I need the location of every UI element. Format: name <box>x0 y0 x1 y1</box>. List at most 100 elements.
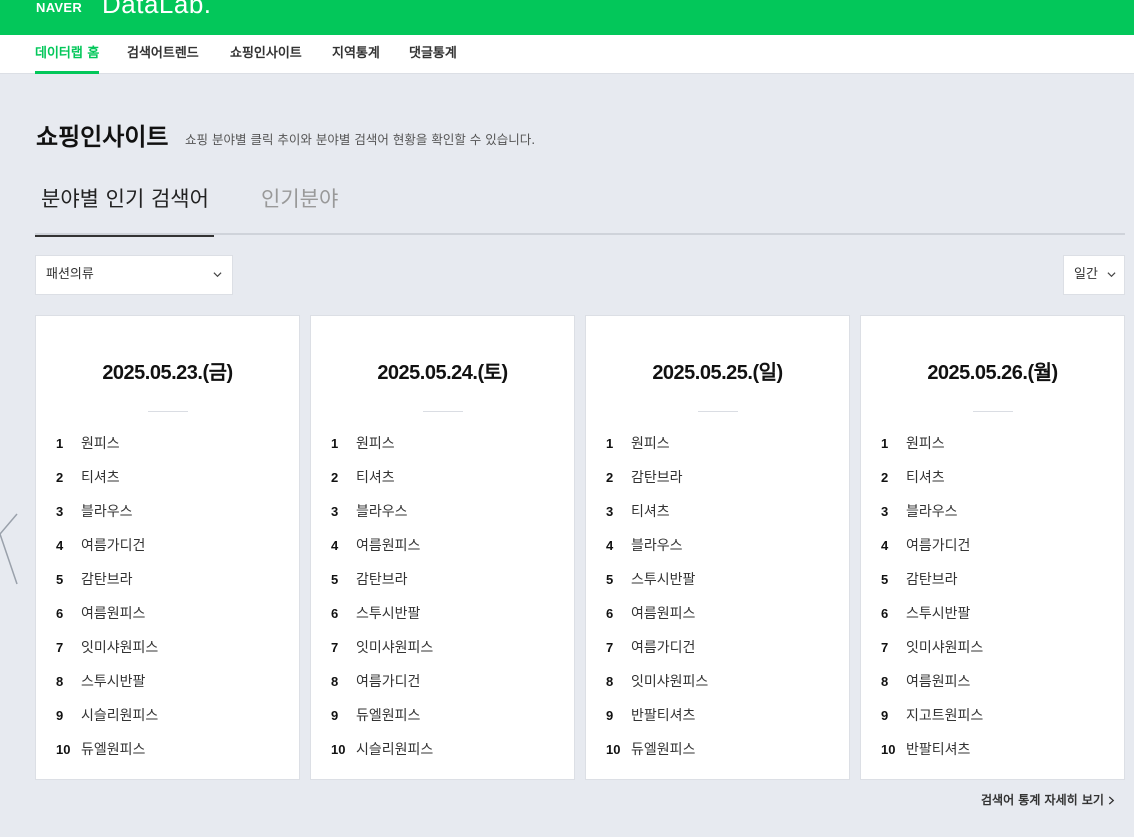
tab-popular-categories[interactable]: 인기분야 <box>261 168 338 235</box>
card-divider <box>973 411 1013 412</box>
rank-item[interactable]: 5 감탄브라 <box>881 568 983 602</box>
rank-keyword: 여름가디건 <box>631 640 696 656</box>
rank-item[interactable]: 1 원피스 <box>56 432 158 466</box>
rank-number: 1 <box>606 436 614 451</box>
nav-item-search-trend[interactable]: 검색어트렌드 <box>127 35 199 74</box>
rank-number: 6 <box>606 606 614 621</box>
rank-item[interactable]: 6 스투시반팔 <box>881 602 983 636</box>
rank-keyword: 블라우스 <box>356 504 408 520</box>
rank-item[interactable]: 8 잇미샤원피스 <box>606 670 708 704</box>
rank-keyword: 잇미샤원피스 <box>81 640 159 656</box>
rank-number: 10 <box>606 742 621 757</box>
rank-item[interactable]: 4 여름가디건 <box>56 534 158 568</box>
rank-number: 10 <box>331 742 346 757</box>
rank-number: 9 <box>331 708 339 723</box>
rank-item[interactable]: 10 듀엘원피스 <box>606 738 708 772</box>
rank-item[interactable]: 8 스투시반팔 <box>56 670 158 704</box>
rank-item[interactable]: 9 듀엘원피스 <box>331 704 433 738</box>
card-date: 2025.05.26.(월) <box>927 362 1058 384</box>
period-select-value: 일간 <box>1074 267 1098 282</box>
rank-item[interactable]: 5 감탄브라 <box>56 568 158 602</box>
rank-number: 8 <box>606 674 614 689</box>
rank-item[interactable]: 5 감탄브라 <box>331 568 433 602</box>
rank-keyword: 여름원피스 <box>906 674 971 690</box>
rank-number: 2 <box>56 470 64 485</box>
category-select[interactable]: 패션의류 <box>35 255 233 295</box>
rank-item[interactable]: 6 스투시반팔 <box>331 602 433 636</box>
rank-number: 9 <box>606 708 614 723</box>
rank-item[interactable]: 5 스투시반팔 <box>606 568 708 602</box>
rank-item[interactable]: 2 감탄브라 <box>606 466 708 500</box>
rank-item[interactable]: 7 잇미샤원피스 <box>56 636 158 670</box>
rank-list: 1 원피스 2 티셔츠 3 블라우스 4 여름원피스 5 감탄브라 6 스투시반팔 7 잇미샤… <box>331 432 433 772</box>
rank-number: 1 <box>881 436 889 451</box>
rank-item[interactable]: 10 듀엘원피스 <box>56 738 158 772</box>
prev-arrow-icon[interactable] <box>0 512 20 588</box>
rank-number: 7 <box>606 640 614 655</box>
rank-number: 8 <box>881 674 889 689</box>
rank-item[interactable]: 7 잇미샤원피스 <box>881 636 983 670</box>
rank-list: 1 원피스 2 감탄브라 3 티셔츠 4 블라우스 5 스투시반팔 6 여름원피스 7 여름가… <box>606 432 708 772</box>
rank-item[interactable]: 8 여름가디건 <box>331 670 433 704</box>
rank-item[interactable]: 4 블라우스 <box>606 534 708 568</box>
datalab-logo[interactable]: DataLab. <box>102 0 212 19</box>
rank-number: 2 <box>606 470 614 485</box>
nav-item-regional-stats[interactable]: 지역통계 <box>332 35 380 74</box>
rank-number: 1 <box>56 436 64 451</box>
rank-keyword: 여름가디건 <box>906 538 971 554</box>
nav-item-comment-stats[interactable]: 댓글통계 <box>409 35 457 74</box>
rank-number: 4 <box>881 538 889 553</box>
rank-item[interactable]: 1 원피스 <box>331 432 433 466</box>
period-select[interactable]: 일간 <box>1063 255 1125 295</box>
rank-item[interactable]: 1 원피스 <box>881 432 983 466</box>
rank-list: 1 원피스 2 티셔츠 3 블라우스 4 여름가디건 5 감탄브라 6 스투시반팔 7 잇미샤… <box>881 432 983 772</box>
rank-item[interactable]: 9 반팔티셔츠 <box>606 704 708 738</box>
page-description: 쇼핑 분야별 클릭 추이와 분야별 검색어 현황을 확인할 수 있습니다. <box>185 132 536 147</box>
rank-list: 1 원피스 2 티셔츠 3 블라우스 4 여름가디건 5 감탄브라 6 여름원피스 7 잇미샤… <box>56 432 158 772</box>
chevron-down-icon <box>213 272 222 278</box>
naver-logo[interactable]: NAVER <box>36 0 82 16</box>
rank-number: 7 <box>331 640 339 655</box>
rank-keyword: 블라우스 <box>906 504 958 520</box>
rank-item[interactable]: 6 여름원피스 <box>56 602 158 636</box>
rank-number: 8 <box>56 674 64 689</box>
rank-keyword: 스투시반팔 <box>81 674 146 690</box>
keyword-stats-detail-link[interactable]: 검색어 통계 자세히 보기 <box>981 791 1115 808</box>
rank-keyword: 듀엘원피스 <box>631 742 696 758</box>
rank-item[interactable]: 2 티셔츠 <box>56 466 158 500</box>
card-divider <box>423 411 463 412</box>
rank-number: 2 <box>331 470 339 485</box>
rank-keyword: 원피스 <box>81 436 120 452</box>
section-tabs: 분야별 인기 검색어 인기분야 <box>35 168 1125 237</box>
rank-keyword: 블라우스 <box>81 504 133 520</box>
rank-item[interactable]: 6 여름원피스 <box>606 602 708 636</box>
rank-item[interactable]: 8 여름원피스 <box>881 670 983 704</box>
rank-item[interactable]: 4 여름가디건 <box>881 534 983 568</box>
rank-item[interactable]: 3 블라우스 <box>56 500 158 534</box>
rank-item[interactable]: 4 여름원피스 <box>331 534 433 568</box>
nav-item-shopping-insight[interactable]: 쇼핑인사이트 <box>230 35 302 74</box>
brand-logo[interactable]: NAVER DataLab. <box>36 0 211 19</box>
rank-number: 7 <box>881 640 889 655</box>
ranking-card: 2025.05.23.(금) 1 원피스 2 티셔츠 3 블라우스 4 여름가디건 5 감… <box>35 315 300 780</box>
rank-item[interactable]: 1 원피스 <box>606 432 708 466</box>
rank-item[interactable]: 2 티셔츠 <box>881 466 983 500</box>
rank-keyword: 원피스 <box>356 436 395 452</box>
rank-item[interactable]: 9 지고트원피스 <box>881 704 983 738</box>
rank-item[interactable]: 2 티셔츠 <box>331 466 433 500</box>
rank-item[interactable]: 9 시슬리원피스 <box>56 704 158 738</box>
rank-item[interactable]: 10 반팔티셔츠 <box>881 738 983 772</box>
rank-item[interactable]: 7 잇미샤원피스 <box>331 636 433 670</box>
rank-keyword: 시슬리원피스 <box>356 742 434 758</box>
rank-item[interactable]: 3 블라우스 <box>331 500 433 534</box>
card-divider <box>148 411 188 412</box>
rank-number: 5 <box>56 572 64 587</box>
rank-item[interactable]: 7 여름가디건 <box>606 636 708 670</box>
rank-item[interactable]: 3 티셔츠 <box>606 500 708 534</box>
rank-item[interactable]: 3 블라우스 <box>881 500 983 534</box>
tab-popular-keywords[interactable]: 분야별 인기 검색어 <box>35 168 214 237</box>
rank-number: 7 <box>56 640 64 655</box>
rank-item[interactable]: 10 시슬리원피스 <box>331 738 433 772</box>
chevron-down-icon <box>1107 272 1116 278</box>
nav-item-datalab-home[interactable]: 데이터랩 홈 <box>35 35 100 74</box>
